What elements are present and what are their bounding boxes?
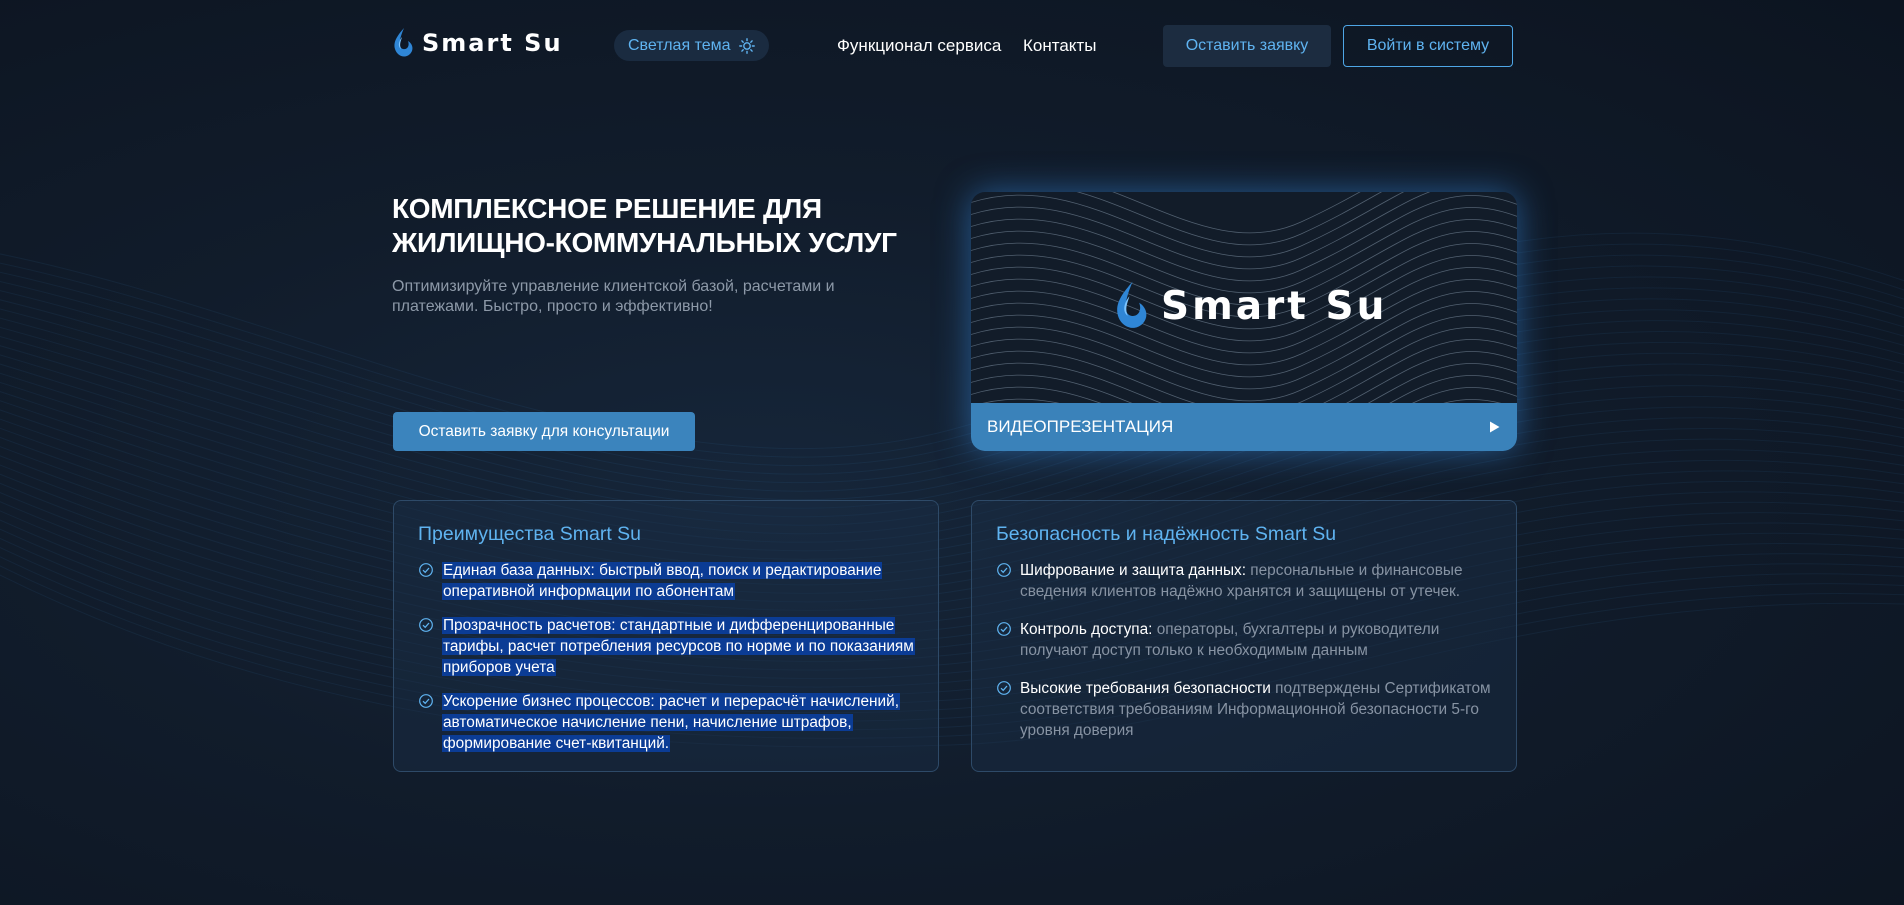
play-icon[interactable] — [1487, 420, 1501, 434]
security-card: Безопасность и надёжность Smart Su Шифро… — [971, 500, 1517, 772]
hero-title: КОМПЛЕКСНОЕ РЕШЕНИЕ ДЛЯ ЖИЛИЩНО-КОММУНАЛ… — [392, 192, 912, 260]
advantages-title: Преимущества Smart Su — [418, 523, 642, 545]
advantage-item: Ускорение бизнес процессов: расчет и пер… — [418, 691, 914, 754]
hero-title-line-2: ЖИЛИЩНО-КОММУНАЛЬНЫХ УСЛУГ — [392, 227, 897, 258]
security-item-heading: Контроль доступа: — [1020, 621, 1153, 638]
check-circle-icon — [419, 694, 433, 708]
check-circle-icon — [997, 563, 1011, 577]
hero-title-line-1: КОМПЛЕКСНОЕ РЕШЕНИЕ ДЛЯ — [392, 193, 822, 224]
sun-icon — [738, 37, 755, 54]
request-button[interactable]: Оставить заявку — [1163, 25, 1331, 67]
login-button[interactable]: Войти в систему — [1343, 25, 1513, 67]
theme-toggle-button[interactable]: Светлая тема — [614, 30, 769, 61]
check-circle-icon — [419, 618, 433, 632]
video-play-bar[interactable]: ВИДЕОПРЕЗЕНТАЦИЯ — [971, 403, 1517, 451]
header-logo[interactable]: Smart Su — [392, 27, 563, 59]
flame-logo-icon — [394, 28, 413, 57]
security-item-heading: Шифрование и защита данных: — [1020, 562, 1247, 579]
advantage-item: Единая база данных: быстрый ввод, поиск … — [418, 560, 914, 602]
security-item: Шифрование и защита данных: персональные… — [996, 560, 1492, 602]
video-logo-text: Smart Su — [1161, 283, 1388, 329]
advantage-item: Прозрачность расчетов: стандартные и диф… — [418, 615, 915, 678]
advantage-text: Единая база данных: быстрый ввод, поиск … — [442, 562, 883, 600]
nav-link-contacts[interactable]: Контакты — [1023, 36, 1096, 56]
security-item-heading: Высокие требования безопасности — [1020, 680, 1271, 697]
security-item: Высокие требования безопасности подтверж… — [996, 678, 1492, 741]
video-presentation-card[interactable]: Smart Su ВИДЕОПРЕЗЕНТАЦИЯ — [971, 192, 1517, 451]
hero-subtitle: Оптимизируйте управление клиентской базо… — [392, 278, 835, 315]
consult-button[interactable]: Оставить заявку для консультации — [393, 412, 695, 451]
check-circle-icon — [419, 563, 433, 577]
video-logo: Smart Su — [1113, 280, 1387, 332]
advantage-text: Ускорение бизнес процессов: расчет и пер… — [442, 693, 900, 752]
check-circle-icon — [997, 681, 1011, 695]
security-title: Безопасность и надёжность Smart Su — [996, 523, 1337, 545]
flame-logo-icon — [1117, 281, 1147, 328]
logo-text: Smart Su — [422, 29, 563, 57]
advantages-card: Преимущества Smart Su Единая база данных… — [393, 500, 939, 772]
video-label: ВИДЕОПРЕЗЕНТАЦИЯ — [987, 417, 1174, 436]
nav-link-features[interactable]: Функционал сервиса — [837, 36, 1001, 56]
advantage-text: Прозрачность расчетов: стандартные и диф… — [442, 617, 915, 676]
theme-toggle-label: Светлая тема — [628, 36, 731, 54]
check-circle-icon — [997, 622, 1011, 636]
security-item: Контроль доступа: операторы, бухгалтеры … — [996, 619, 1492, 661]
